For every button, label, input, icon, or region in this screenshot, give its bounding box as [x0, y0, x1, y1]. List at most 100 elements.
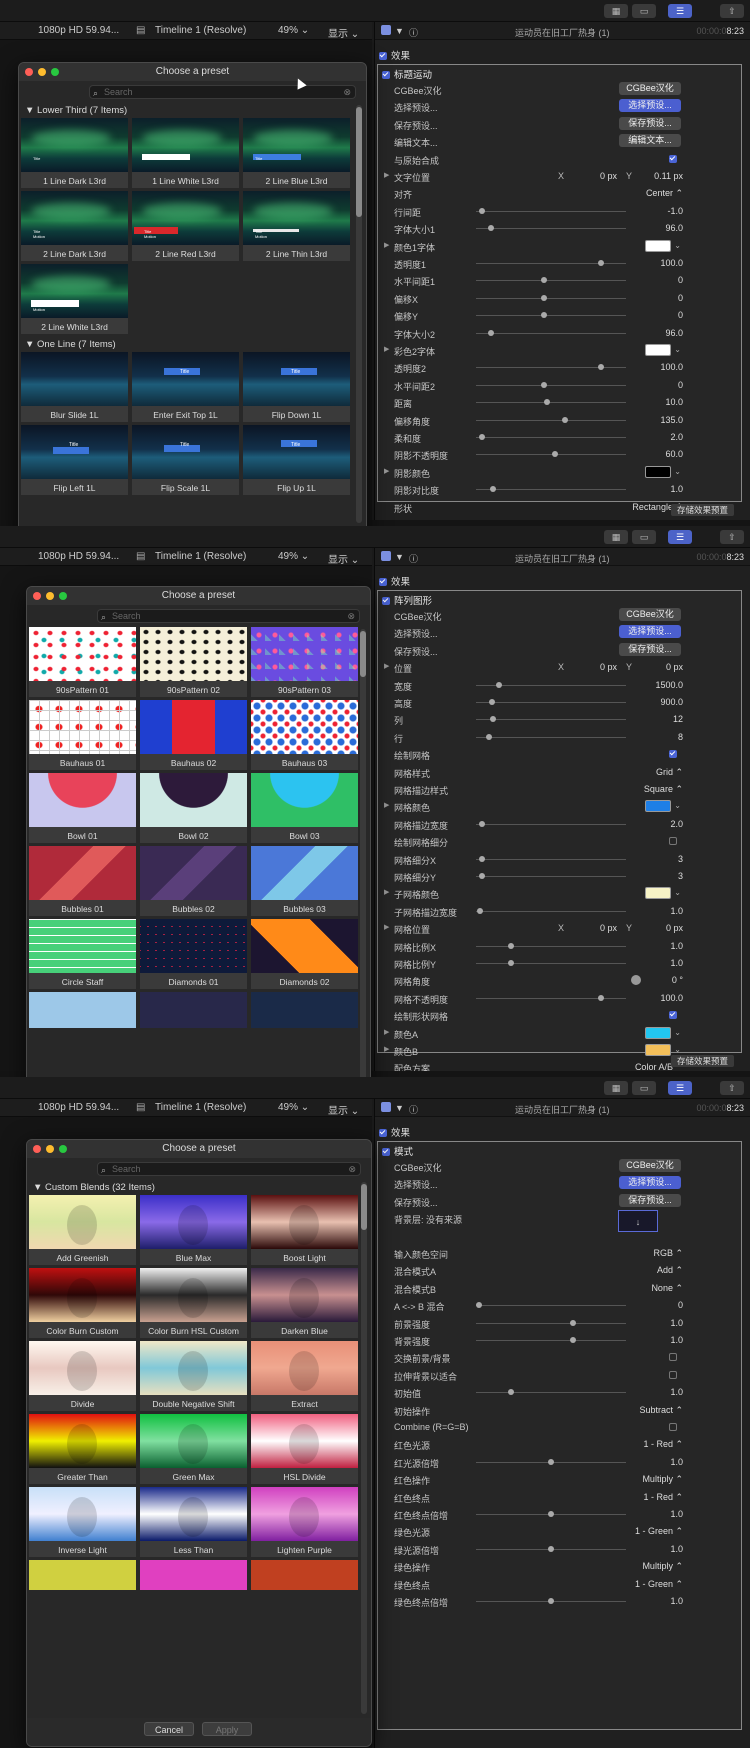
filter-icon[interactable]: ▼	[395, 1103, 404, 1113]
param-value[interactable]: 2.0	[670, 432, 683, 442]
slider-knob[interactable]	[487, 329, 494, 336]
param-value[interactable]: 8	[678, 732, 683, 742]
slider-knob[interactable]	[476, 1302, 482, 1309]
preset-tile[interactable]: Blue Max	[140, 1195, 247, 1265]
preset-tile[interactable]: Title Flip Up 1L	[243, 425, 350, 495]
grid-view-icon[interactable]: ▦	[604, 4, 628, 18]
param-slider[interactable]	[476, 1337, 626, 1343]
slider-knob[interactable]	[478, 820, 485, 827]
slider-knob[interactable]	[562, 416, 569, 423]
param-checkbox[interactable]	[669, 750, 677, 759]
film-strip-icon[interactable]: ▭	[632, 1081, 656, 1095]
filter-icon[interactable]: ▼	[395, 552, 404, 562]
preset-tile[interactable]: Bauhaus 03	[251, 700, 358, 770]
slider-knob[interactable]	[490, 486, 497, 493]
param-checkbox[interactable]	[669, 1011, 677, 1020]
param-value[interactable]: 100.0	[660, 258, 683, 268]
preset-tile-partial[interactable]	[251, 1560, 358, 1590]
display-popup[interactable]: 显示 ⌄	[328, 25, 359, 40]
param-slider[interactable]	[476, 942, 626, 949]
section-checkbox[interactable]	[382, 597, 390, 606]
display-popup[interactable]: 显示 ⌄	[328, 1102, 359, 1117]
param-value[interactable]: 900.0	[660, 697, 683, 707]
param-popup[interactable]: Grid ⌃	[656, 767, 683, 778]
grid-view-icon[interactable]: ▦	[604, 1081, 628, 1095]
close-window-icon[interactable]	[25, 68, 33, 76]
preset-tile-partial[interactable]	[140, 1560, 247, 1590]
param-value[interactable]: 1.0	[670, 1457, 683, 1467]
info-icon[interactable]: ⓘ	[409, 552, 418, 565]
preset-button[interactable]: CGBee汉化	[619, 82, 681, 95]
preset-tile[interactable]: 90sPattern 02	[140, 627, 247, 697]
param-slider[interactable]	[476, 486, 626, 493]
slider-knob[interactable]	[488, 699, 495, 705]
disclosure-triangle-icon[interactable]: ▶	[384, 1028, 389, 1036]
param-slider[interactable]	[476, 416, 626, 423]
save-effects-preset-button[interactable]: 存储效果预置	[670, 1055, 734, 1067]
param-slider[interactable]	[476, 364, 626, 371]
preset-tile[interactable]: HSL Divide	[251, 1414, 358, 1484]
preset-tile[interactable]: Circle Staff	[29, 919, 136, 989]
film-strip-icon[interactable]: ▭	[632, 4, 656, 18]
preset-tile[interactable]: Bowl 01	[29, 773, 136, 843]
preset-tile[interactable]: Title Motion 2 Line Red L3rd	[132, 191, 239, 261]
color-swatch[interactable]	[645, 887, 671, 900]
param-slider[interactable]	[476, 1319, 626, 1326]
param-value[interactable]: 1.0	[670, 1318, 683, 1328]
preset-button[interactable]: CGBee汉化	[619, 608, 681, 621]
preset-tile[interactable]: Boost Light	[251, 1195, 358, 1265]
param-slider[interactable]	[476, 1545, 626, 1552]
chevron-down-icon[interactable]: ⌄	[674, 801, 681, 810]
y-value[interactable]: 0.11 px	[654, 171, 683, 181]
param-value[interactable]: 1.0	[670, 1596, 683, 1606]
color-swatch[interactable]	[645, 800, 671, 813]
slider-knob[interactable]	[540, 312, 547, 319]
disclosure-triangle-icon[interactable]: ▶	[384, 801, 389, 809]
slider-knob[interactable]	[507, 942, 514, 949]
param-value[interactable]: 0	[678, 275, 683, 285]
preset-tile[interactable]: Bauhaus 02	[140, 700, 247, 770]
color-swatch[interactable]	[645, 465, 671, 478]
param-popup[interactable]: 1 - Green ⌃	[635, 1579, 683, 1590]
sliders-icon[interactable]: ☰	[668, 530, 692, 544]
slider-knob[interactable]	[507, 1389, 514, 1396]
slider-knob[interactable]	[487, 225, 494, 232]
param-value[interactable]: 60.0	[665, 449, 683, 459]
param-slider[interactable]	[476, 225, 626, 232]
group-header[interactable]: ▼ One Line (7 Items)	[25, 339, 116, 350]
disclosure-triangle-icon[interactable]: ▶	[384, 888, 389, 896]
preset-tile[interactable]: Blur Slide 1L	[21, 352, 128, 422]
minimize-window-icon[interactable]	[38, 68, 46, 76]
preset-tile[interactable]: Bubbles 01	[29, 846, 136, 916]
param-value[interactable]: 1.0	[670, 1544, 683, 1554]
preset-tile[interactable]: Greater Than	[29, 1414, 136, 1484]
preset-tile[interactable]: Title Motion 2 Line White L3rd	[21, 264, 128, 334]
disclosure-triangle-icon[interactable]: ▶	[384, 345, 389, 353]
display-popup[interactable]: 显示 ⌄	[328, 551, 359, 566]
preset-button[interactable]: 选择预设...	[619, 1176, 681, 1190]
sliders-icon[interactable]: ☰	[668, 1081, 692, 1095]
preset-tile-partial[interactable]	[29, 992, 136, 1028]
param-slider[interactable]	[476, 994, 626, 1001]
effects-checkbox[interactable]	[379, 578, 387, 587]
preset-tile[interactable]: Title 1 Line Dark L3rd	[21, 118, 128, 188]
param-slider[interactable]	[476, 260, 626, 266]
param-value[interactable]: 100.0	[660, 993, 683, 1003]
preset-button[interactable]: 保存预设...	[619, 1193, 681, 1207]
param-slider[interactable]	[476, 312, 626, 319]
preset-button[interactable]: 编辑文本...	[619, 134, 681, 148]
slider-knob[interactable]	[486, 733, 493, 740]
angle-dial[interactable]	[631, 975, 641, 986]
info-icon[interactable]: ⓘ	[409, 26, 418, 39]
slider-knob[interactable]	[548, 1458, 554, 1465]
param-slider[interactable]	[476, 329, 626, 336]
slider-knob[interactable]	[569, 1319, 576, 1326]
preset-tile-partial[interactable]	[140, 992, 247, 1028]
zoom-popup[interactable]: 49% ⌄	[278, 551, 309, 562]
param-checkbox[interactable]	[669, 1353, 677, 1362]
preset-tile[interactable]: Less Than	[140, 1487, 247, 1557]
color-swatch[interactable]	[645, 1044, 671, 1056]
minimize-window-icon[interactable]	[46, 1145, 54, 1153]
film-strip-icon[interactable]: ▭	[632, 530, 656, 544]
clear-search-icon[interactable]: ⊗	[348, 1163, 356, 1175]
